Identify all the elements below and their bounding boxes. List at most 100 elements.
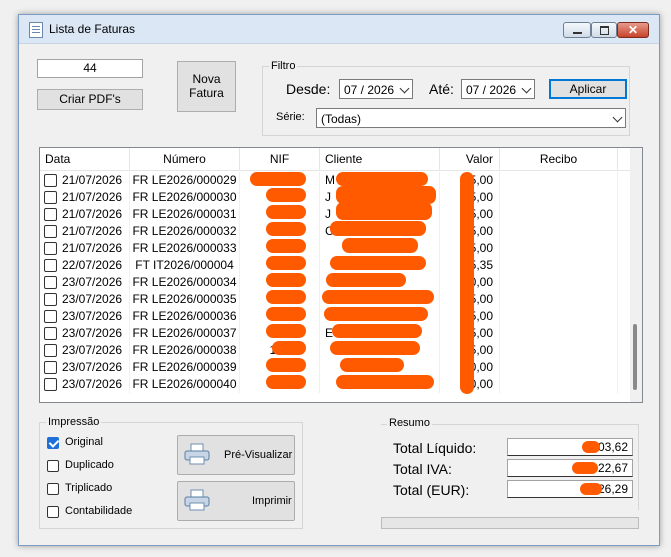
nif-redaction (266, 307, 306, 321)
client-redaction (332, 324, 422, 338)
cell-receipt (500, 359, 618, 376)
new-invoice-label-line1: Nova (192, 72, 221, 86)
table-scrollbar[interactable] (630, 148, 642, 402)
minimize-button[interactable] (563, 22, 591, 38)
title-bar[interactable]: Lista de Faturas ✕ (19, 15, 659, 44)
header-client[interactable]: Cliente (320, 148, 440, 170)
row-checkbox[interactable] (44, 293, 57, 306)
print-label: Imprimir (252, 495, 292, 507)
header-nif[interactable]: NIF (240, 148, 320, 170)
amount-redaction (572, 462, 598, 474)
filter-group-label: Filtro (269, 60, 298, 72)
nif-redaction (266, 273, 306, 287)
row-checkbox[interactable] (44, 310, 57, 323)
table-row[interactable]: 21/07/2026FR LE2026/0000290M5,00 (40, 172, 630, 189)
header-receipt[interactable]: Recibo (500, 148, 618, 170)
print-option-label[interactable]: Duplicado (65, 459, 114, 471)
amount-redaction (580, 483, 602, 495)
cell-receipt (500, 189, 618, 206)
cell-receipt (500, 274, 618, 291)
cell-receipt (500, 308, 618, 325)
close-button[interactable]: ✕ (617, 22, 649, 38)
from-date-picker[interactable]: 07 / 2026 (339, 79, 413, 99)
nif-redaction (266, 222, 306, 236)
total-eur-value: 26,29 (597, 482, 628, 496)
cell-receipt (500, 342, 618, 359)
cell-date: 21/07/2026 (58, 189, 130, 206)
scrollbar-thumb[interactable] (633, 324, 637, 390)
to-label: Até: (429, 81, 454, 97)
print-option-label[interactable]: Triplicado (65, 482, 112, 494)
table-row[interactable]: 23/07/2026FR LE2026/000039220,00 (40, 359, 630, 376)
print-option-checkbox[interactable] (47, 506, 59, 518)
table-row[interactable]: 23/07/2026FR LE2026/000040250,00 (40, 376, 630, 393)
client-redaction (336, 375, 434, 389)
header-number[interactable]: Número (130, 148, 240, 170)
to-date-picker[interactable]: 07 / 2026 (461, 79, 535, 99)
cell-number: FR LE2026/000037 (130, 325, 240, 342)
table-header: Data Número NIF Cliente Valor Recibo (40, 148, 630, 171)
nif-redaction (266, 375, 306, 389)
print-option-checkbox[interactable] (47, 437, 59, 449)
nif-redaction (266, 324, 306, 338)
preview-label: Pré-Visualizar (224, 449, 293, 461)
total-vat-value: 22,67 (597, 461, 628, 475)
create-pdfs-button[interactable]: Criar PDF's (37, 89, 143, 110)
row-checkbox[interactable] (44, 208, 57, 221)
app-icon (29, 22, 43, 38)
cell-date: 21/07/2026 (58, 172, 130, 189)
row-checkbox[interactable] (44, 361, 57, 374)
nif-redaction (266, 290, 306, 304)
row-checkbox[interactable] (44, 378, 57, 391)
nif-redaction (272, 341, 306, 355)
new-invoice-button[interactable]: Nova Fatura (177, 61, 236, 112)
row-checkbox[interactable] (44, 225, 57, 238)
table-row[interactable]: 21/07/2026FR LE2026/000033255,00 (40, 240, 630, 257)
print-option-label[interactable]: Contabilidade (65, 505, 132, 517)
client-redaction (330, 341, 420, 355)
print-button[interactable]: Imprimir (177, 481, 295, 521)
maximize-button[interactable] (591, 22, 617, 38)
total-net-value: 03,62 (597, 440, 628, 454)
preview-button[interactable]: Pré-Visualizar (177, 435, 295, 475)
cell-number: FR LE2026/000036 (130, 308, 240, 325)
invoice-count-field[interactable]: 44 (37, 59, 143, 78)
row-checkbox[interactable] (44, 344, 57, 357)
cell-number: FR LE2026/000033 (130, 240, 240, 257)
cell-number: FR LE2026/000030 (130, 189, 240, 206)
cell-date: 23/07/2026 (58, 376, 130, 393)
print-option-label[interactable]: Original (65, 436, 103, 448)
header-value[interactable]: Valor (440, 148, 500, 170)
cell-date: 21/07/2026 (58, 240, 130, 257)
print-option-checkbox[interactable] (47, 460, 59, 472)
series-select[interactable]: (Todas) (316, 108, 626, 128)
cell-number: FR LE2026/000029 (130, 172, 240, 189)
client-redaction (342, 238, 418, 253)
total-vat-field: 22,67 (507, 459, 633, 477)
print-group-label: Impressão (46, 416, 102, 428)
print-option-checkbox[interactable] (47, 483, 59, 495)
nif-redaction (250, 172, 306, 186)
series-value: (Todas) (321, 112, 362, 126)
row-checkbox[interactable] (44, 242, 57, 255)
header-date[interactable]: Data (40, 148, 130, 170)
cell-date: 23/07/2026 (58, 308, 130, 325)
cell-receipt (500, 257, 618, 274)
cell-number: FR LE2026/000039 (130, 359, 240, 376)
cell-date: 23/07/2026 (58, 291, 130, 308)
table-row[interactable]: 21/07/2026FR LE2026/00003016J5,00 (40, 189, 630, 206)
row-checkbox[interactable] (44, 191, 57, 204)
total-net-label: Total Líquido: (393, 440, 477, 456)
row-checkbox[interactable] (44, 174, 57, 187)
client-redaction (336, 202, 432, 220)
cell-receipt (500, 240, 618, 257)
row-checkbox[interactable] (44, 327, 57, 340)
row-checkbox[interactable] (44, 276, 57, 289)
cell-date: 23/07/2026 (58, 342, 130, 359)
series-label: Série: (276, 111, 305, 123)
apply-filter-button[interactable]: Aplicar (549, 79, 627, 99)
invoice-table[interactable]: Data Número NIF Cliente Valor Recibo 21/… (39, 147, 643, 403)
total-eur-label: Total (EUR): (393, 482, 470, 498)
row-checkbox[interactable] (44, 259, 57, 272)
client-redaction (326, 273, 406, 287)
